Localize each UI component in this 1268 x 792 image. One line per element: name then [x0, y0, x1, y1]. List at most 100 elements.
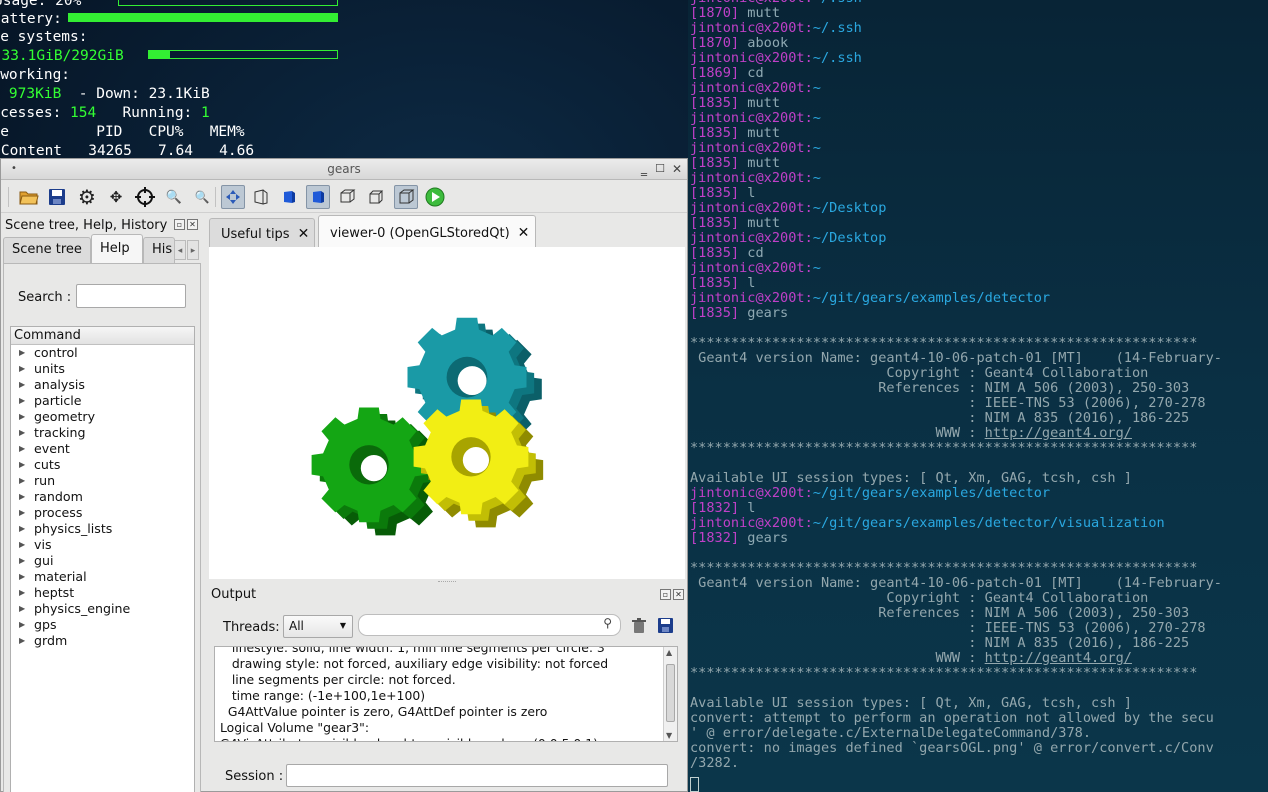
command-tree[interactable]: Command ▶ control ▶ units ▶ analysis ▶ particle…	[10, 326, 195, 792]
command-item[interactable]: ▶ tracking	[11, 425, 194, 441]
output-line: linestyle: solid, line width: 1, min lin…	[220, 646, 605, 655]
session-input[interactable]	[286, 764, 668, 787]
command-item[interactable]: ▶ material	[11, 569, 194, 585]
command-item[interactable]: ▶ vis	[11, 537, 194, 553]
expand-arrow-icon[interactable]: ▶	[19, 617, 25, 633]
maximize-icon[interactable]: ☐	[653, 162, 667, 176]
expand-arrow-icon[interactable]: ▶	[19, 377, 25, 393]
terminal-text: ~/.ssh	[812, 20, 862, 36]
terminal-link[interactable]: http://geant4.org/	[985, 425, 1132, 441]
command-item[interactable]: ▶ cuts	[11, 457, 194, 473]
close-tab-icon[interactable]: ✕	[298, 226, 310, 242]
command-item[interactable]: ▶ physics_engine	[11, 601, 194, 617]
cube-view-icon[interactable]	[394, 185, 418, 209]
command-item[interactable]: ▶ heptst	[11, 585, 194, 601]
scrollbar-thumb[interactable]	[666, 664, 675, 722]
tab-scroll-right-icon[interactable]: ▸	[187, 240, 199, 260]
expand-arrow-icon[interactable]: ▶	[19, 601, 25, 617]
expand-arrow-icon[interactable]: ▶	[19, 489, 25, 505]
perspective-icon[interactable]	[335, 185, 359, 209]
terminal-text: gears	[747, 530, 789, 546]
expand-arrow-icon[interactable]: ▶	[19, 441, 25, 457]
command-item[interactable]: ▶ random	[11, 489, 194, 505]
trash-icon[interactable]	[632, 618, 646, 638]
expand-arrow-icon[interactable]: ▶	[19, 553, 25, 569]
scroll-down-icon[interactable]: ▼	[666, 731, 672, 740]
expand-arrow-icon[interactable]: ▶	[19, 425, 25, 441]
minimize-icon[interactable]: ‗	[637, 162, 651, 176]
gears-scene	[311, 317, 544, 536]
close-tab-icon[interactable]: ✕	[518, 225, 530, 241]
save-icon[interactable]	[45, 185, 69, 209]
splitter-handle[interactable]	[438, 581, 456, 585]
command-item[interactable]: ▶ gui	[11, 553, 194, 569]
output-float-icon[interactable]: ▫	[660, 589, 671, 600]
tab-help[interactable]: Help	[91, 234, 143, 263]
output-filter-input[interactable]: ⚲	[358, 614, 621, 636]
window-titlebar[interactable]: • gears ‗ ☐ ✕	[1, 159, 687, 180]
expand-arrow-icon[interactable]: ▶	[19, 505, 25, 521]
terminal-line: [1835] mutt	[690, 126, 780, 141]
expand-arrow-icon[interactable]: ▶	[19, 569, 25, 585]
tab-history[interactable]: His	[143, 237, 175, 263]
open-folder-icon[interactable]	[17, 185, 41, 209]
run-beam-icon[interactable]	[423, 185, 447, 209]
command-item[interactable]: ▶ analysis	[11, 377, 194, 393]
output-line: drawing style: not forced, auxiliary edg…	[220, 656, 609, 671]
command-item[interactable]: ▶ process	[11, 505, 194, 521]
ortho-icon[interactable]	[364, 185, 388, 209]
terminal-text: ~/Desktop	[812, 230, 887, 246]
expand-arrow-icon[interactable]: ▶	[19, 473, 25, 489]
move-icon[interactable]: ✥	[104, 185, 128, 209]
command-item[interactable]: ▶ gps	[11, 617, 194, 633]
search-input[interactable]	[76, 284, 186, 308]
save-output-icon[interactable]	[658, 618, 673, 637]
command-item[interactable]: ▶ event	[11, 441, 194, 457]
target-icon[interactable]	[133, 185, 157, 209]
output-scrollbar[interactable]: ▲ ▼	[663, 647, 677, 741]
close-icon[interactable]: ✕	[670, 162, 684, 176]
rotate-icon[interactable]	[221, 185, 245, 209]
command-item[interactable]: ▶ geometry	[11, 409, 194, 425]
opengl-viewer[interactable]	[209, 247, 685, 579]
tab-viewer-label: viewer-0 (OpenGLStoredQt)	[330, 226, 510, 241]
scroll-up-icon[interactable]: ▲	[666, 648, 672, 657]
terminal-window[interactable]: jintonic@x200t:~/.ssh[1870] muttjintonic…	[688, 0, 1268, 792]
expand-arrow-icon[interactable]: ▶	[19, 585, 25, 601]
expand-arrow-icon[interactable]: ▶	[19, 345, 25, 361]
expand-arrow-icon[interactable]: ▶	[19, 409, 25, 425]
wireframe-icon[interactable]	[249, 185, 273, 209]
zoom-out-icon[interactable]: 🔍	[190, 185, 214, 209]
expand-arrow-icon[interactable]: ▶	[19, 633, 25, 649]
command-item[interactable]: ▶ physics_lists	[11, 521, 194, 537]
tab-viewer[interactable]: viewer-0 (OpenGLStoredQt) ✕	[318, 215, 536, 247]
gear-icon[interactable]: ⚙	[75, 185, 99, 209]
tab-scene-tree[interactable]: Scene tree	[3, 237, 91, 263]
threads-select[interactable]: All ▼	[283, 615, 353, 638]
output-line: Logical Volume "gear3":	[220, 720, 370, 735]
gears-window: • gears ‗ ☐ ✕ ⚙ ✥ 🔍 🔍 Scene tree, Help, …	[0, 158, 688, 792]
command-item[interactable]: ▶ particle	[11, 393, 194, 409]
command-item[interactable]: ▶ control	[11, 345, 194, 361]
tab-useful-tips[interactable]: Useful tips ✕	[209, 218, 315, 247]
expand-arrow-icon[interactable]: ▶	[19, 457, 25, 473]
tab-scroll-left-icon[interactable]: ◂	[174, 240, 186, 260]
command-item[interactable]: ▶ units	[11, 361, 194, 377]
dock-close-icon[interactable]: ✕	[187, 219, 198, 230]
dock-float-icon[interactable]: ▫	[174, 219, 185, 230]
expand-arrow-icon[interactable]: ▶	[19, 393, 25, 409]
expand-arrow-icon[interactable]: ▶	[19, 521, 25, 537]
command-item[interactable]: ▶ run	[11, 473, 194, 489]
terminal-text: cd	[747, 65, 764, 81]
solid-icon[interactable]	[277, 185, 301, 209]
expand-arrow-icon[interactable]: ▶	[19, 537, 25, 553]
expand-arrow-icon[interactable]: ▶	[19, 361, 25, 377]
output-text[interactable]: linestyle: solid, line width: 1, min lin…	[214, 646, 678, 742]
output-close-icon[interactable]: ✕	[673, 589, 684, 600]
solid-shaded-icon[interactable]	[306, 185, 330, 209]
terminal-link[interactable]: http://geant4.org/	[985, 650, 1132, 666]
command-header[interactable]: Command	[11, 327, 194, 345]
command-item[interactable]: ▶ grdm	[11, 633, 194, 649]
terminal-line: : NIM A 835 (2016), 186-225	[690, 636, 1189, 651]
zoom-in-icon[interactable]: 🔍	[162, 185, 186, 209]
